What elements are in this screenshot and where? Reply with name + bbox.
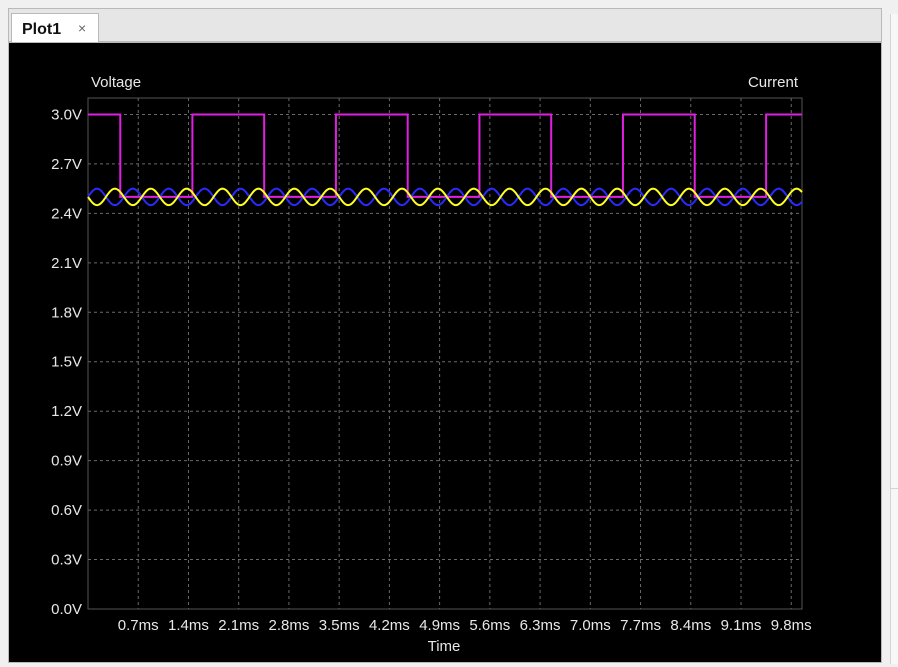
y-tick-label: 0.3V — [51, 552, 82, 569]
y-tick-label: 1.5V — [51, 354, 82, 371]
y-tick-label: 3.0V — [51, 106, 82, 123]
x-tick-label: 4.9ms — [419, 617, 460, 634]
x-tick-label: 2.8ms — [268, 617, 309, 634]
y-tick-labels: 0.0V 0.3V 0.6V 0.9V 1.2V 1.5V 1.8V 2.1V 2.4V 2.7V… — [51, 106, 82, 618]
series-line-1 — [88, 113, 802, 198]
x-tick-label: 9.8ms — [771, 617, 812, 634]
x-tick-label: 2.1ms — [218, 617, 259, 634]
side-panel-edge-lower — [890, 488, 898, 664]
x-tick-label: 0.7ms — [118, 617, 159, 634]
x-tick-label: 1.4ms — [168, 617, 209, 634]
x-tick-label: 7.7ms — [620, 617, 661, 634]
x-tick-label: 4.2ms — [369, 617, 410, 634]
y-tick-label: 0.6V — [51, 502, 82, 519]
y-tick-label: 2.7V — [51, 156, 82, 173]
right-axis-label: Current — [748, 74, 799, 91]
x-tick-labels: 0.7ms 1.4ms 2.1ms 2.8ms 3.5ms 4.2ms 4.9ms 5.6ms… — [118, 617, 812, 634]
left-axis-label: Voltage — [91, 74, 141, 91]
x-tick-label: 9.1ms — [721, 617, 762, 634]
tab-bar: Plot1 × — [8, 8, 882, 43]
x-tick-label: 7.0ms — [570, 617, 611, 634]
series-lines — [87, 113, 803, 207]
close-icon[interactable]: × — [78, 20, 86, 36]
y-tick-label: 1.2V — [51, 403, 82, 420]
tab-plot1[interactable]: Plot1 × — [11, 13, 99, 43]
x-axis-label: Time — [428, 638, 461, 655]
y-tick-label: 0.0V — [51, 601, 82, 618]
plot-area[interactable]: Voltage Current Time 0.0V 0.3V 0.6V 0.9V 1.2… — [8, 42, 882, 663]
x-tick-label: 6.3ms — [520, 617, 561, 634]
x-tick-label: 5.6ms — [469, 617, 510, 634]
tab-label: Plot1 — [22, 21, 62, 38]
y-tick-label: 2.4V — [51, 205, 82, 222]
y-tick-label: 2.1V — [51, 255, 82, 272]
y-tick-label: 1.8V — [51, 304, 82, 321]
x-tick-label: 8.4ms — [670, 617, 711, 634]
plot-chart: Voltage Current Time 0.0V 0.3V 0.6V 0.9V 1.2… — [51, 74, 812, 655]
y-tick-label: 0.9V — [51, 453, 82, 470]
x-tick-label: 3.5ms — [319, 617, 360, 634]
